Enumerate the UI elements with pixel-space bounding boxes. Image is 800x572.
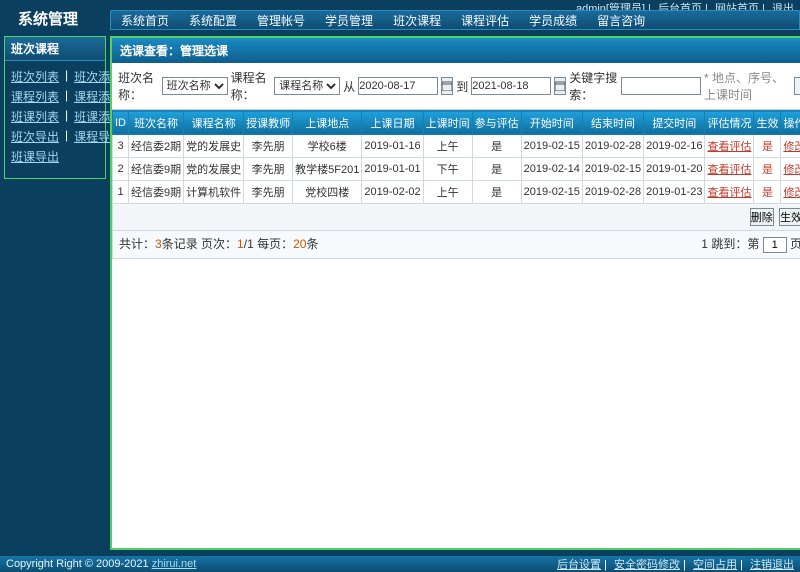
sidebar-title: 班次课程: [5, 37, 105, 61]
th: 操作: [781, 111, 800, 135]
th: 生效: [754, 111, 781, 135]
pager-total-prefix: 共计：: [119, 237, 155, 251]
table-row: 3经信委2期党的发展史李先朋学校6楼2019-01-16上午是2019-02-1…: [113, 135, 800, 158]
pager-total: 3: [155, 237, 162, 251]
menu-item[interactable]: 系统配置: [179, 12, 247, 29]
keyword-input[interactable]: [621, 77, 701, 95]
footer-link[interactable]: 安全密码修改: [614, 559, 680, 571]
menu-item[interactable]: 留言咨询: [587, 12, 655, 29]
footer-link[interactable]: 后台设置: [557, 559, 601, 571]
date-from-input[interactable]: [358, 77, 438, 95]
th: 上课日期: [362, 111, 423, 135]
edit-link[interactable]: 修改: [783, 187, 800, 199]
calendar-icon[interactable]: [554, 77, 566, 95]
sidebar-link[interactable]: 班课导出: [11, 148, 59, 165]
filter-class-label: 班次名称：: [118, 69, 159, 103]
pager-rec: 条记录 页次：: [162, 237, 237, 251]
menu-item[interactable]: 系统首页: [111, 12, 179, 29]
app-title: 系统管理: [0, 10, 110, 30]
course-select[interactable]: 课程名称: [274, 77, 340, 95]
th: 授课教师: [244, 111, 293, 135]
th: 上课地点: [293, 111, 362, 135]
table-row: 1经信委9期计算机软件李先朋党校四楼2019-02-02上午是2019-02-1…: [113, 181, 800, 204]
filter-course-label: 课程名称：: [231, 69, 272, 103]
pager-page: 1: [237, 237, 244, 251]
th: 提交时间: [644, 111, 705, 135]
search-button[interactable]: 立即搜索: [794, 77, 800, 95]
menu-item[interactable]: 课程评估: [451, 12, 519, 29]
keyword-hint: * 地点、序号、上课时间: [704, 69, 791, 103]
copyright-link[interactable]: zhirui.net: [152, 558, 197, 570]
th: 课程名称: [184, 111, 244, 135]
th: 上课时间: [423, 111, 472, 135]
menu-item[interactable]: 学员管理: [315, 12, 383, 29]
menu-item[interactable]: 管理帐号: [247, 12, 315, 29]
enable-button[interactable]: 生效: [779, 208, 800, 226]
panel-title: 选课查看：管理选课: [112, 38, 800, 63]
data-table: ID 班次名称 课程名称 授课教师 上课地点 上课日期 上课时间 参与评估 开始…: [112, 110, 800, 204]
sidebar-link[interactable]: 班次导出: [11, 128, 59, 145]
pager-page-input[interactable]: [763, 237, 787, 253]
th-id: ID: [113, 111, 129, 135]
menu-item[interactable]: 班次课程: [383, 12, 451, 29]
calendar-icon[interactable]: [441, 77, 453, 95]
delete-button[interactable]: 删除: [750, 208, 774, 226]
to-label: 到: [456, 78, 468, 95]
review-link[interactable]: 查看评估: [707, 187, 751, 199]
pager-pages: 1: [247, 237, 254, 251]
footer-link[interactable]: 注销退出: [750, 559, 794, 571]
sidebar-link[interactable]: 班次列表: [11, 68, 59, 85]
th: 参与评估: [472, 111, 521, 135]
menu-item[interactable]: 学员成绩: [519, 12, 587, 29]
review-link[interactable]: 查看评估: [707, 164, 751, 176]
pager-jump-num: 1: [701, 237, 708, 251]
sidebar-link[interactable]: 班课列表: [11, 108, 59, 125]
th: 班次名称: [129, 111, 184, 135]
date-to-input[interactable]: [471, 77, 551, 95]
class-select[interactable]: 班次名称: [162, 77, 228, 95]
from-label: 从: [343, 78, 355, 95]
review-link[interactable]: 查看评估: [707, 141, 751, 153]
edit-link[interactable]: 修改: [783, 141, 800, 153]
th: 评估情况: [705, 111, 754, 135]
edit-link[interactable]: 修改: [783, 164, 800, 176]
keyword-label: 关键字搜索：: [569, 69, 618, 103]
th: 开始时间: [521, 111, 582, 135]
sidebar-link[interactable]: 课程列表: [11, 88, 59, 105]
copyright-text: Copyright Right © 2009-2021: [6, 558, 152, 570]
th: 结束时间: [582, 111, 643, 135]
footer-link[interactable]: 空间占用: [693, 559, 737, 571]
table-row: 2经信委9期党的发展史李先朋教学楼5F2012019-01-01下午是2019-…: [113, 158, 800, 181]
main-menu: 系统首页 系统配置 管理帐号 学员管理 班次课程 课程评估 学员成绩 留言咨询: [110, 10, 800, 30]
pager-perpage: 20: [293, 237, 306, 251]
